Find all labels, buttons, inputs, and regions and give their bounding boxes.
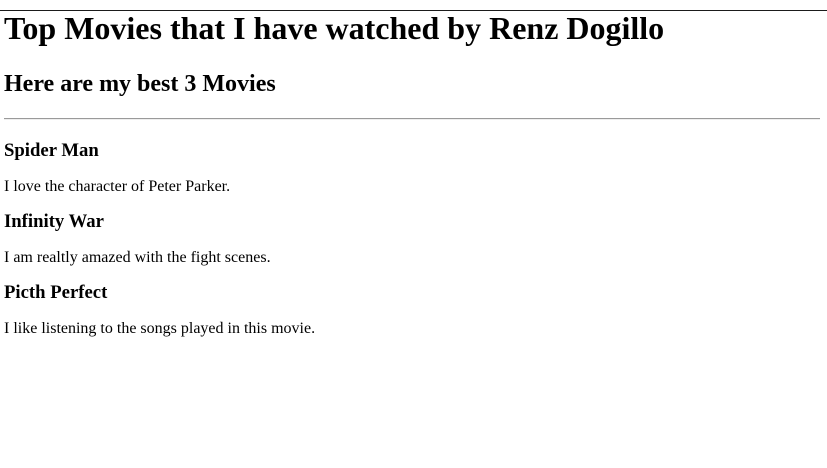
movie-item: Infinity War I am realtly amazed with th… (4, 211, 823, 267)
movie-item: Picth Perfect I like listening to the so… (4, 282, 823, 338)
movie-item: Spider Man I love the character of Peter… (4, 140, 823, 196)
page-title: Top Movies that I have watched by Renz D… (4, 10, 665, 46)
page-subtitle: Here are my best 3 Movies (4, 71, 276, 97)
section-divider (4, 118, 820, 120)
movie-description: I love the character of Peter Parker. (4, 178, 231, 195)
movie-title: Spider Man (4, 140, 99, 161)
movie-description: I am realtly amazed with the fight scene… (4, 249, 271, 266)
page-content: Top Movies that I have watched by Renz D… (0, 10, 827, 338)
movie-title: Picth Perfect (4, 282, 108, 303)
window-top-border (0, 10, 827, 11)
movie-title: Infinity War (4, 211, 104, 232)
movie-description: I like listening to the songs played in … (4, 320, 316, 337)
